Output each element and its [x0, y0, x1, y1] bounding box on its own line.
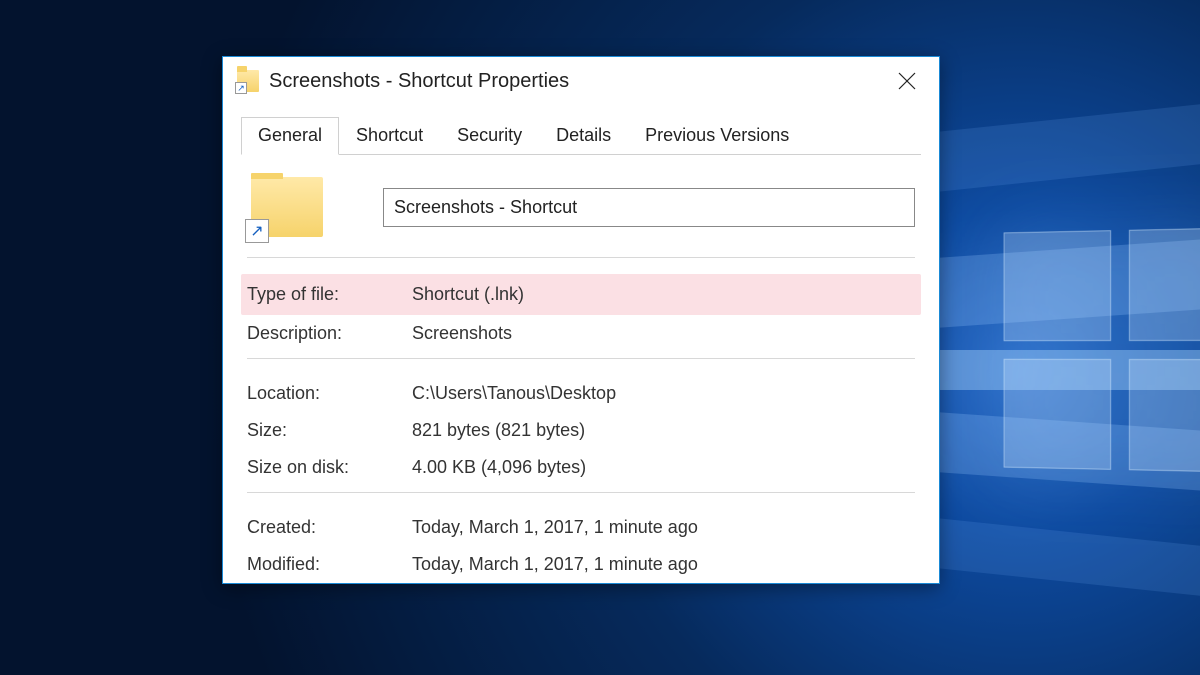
tab-previous-versions[interactable]: Previous Versions [628, 117, 806, 155]
description-label: Description: [247, 323, 412, 344]
folder-shortcut-icon: ↗ [237, 70, 259, 92]
type-of-file-row: Type of file: Shortcut (.lnk) [241, 274, 921, 315]
modified-label: Modified: [247, 554, 412, 575]
size-on-disk-label: Size on disk: [247, 457, 412, 478]
size-label: Size: [247, 420, 412, 441]
size-row: Size: 821 bytes (821 bytes) [247, 412, 915, 449]
tab-details[interactable]: Details [539, 117, 628, 155]
folder-shortcut-icon: ↗ [251, 177, 323, 237]
divider [247, 257, 915, 258]
type-of-file-value: Shortcut (.lnk) [412, 284, 915, 305]
type-of-file-label: Type of file: [247, 284, 412, 305]
divider [247, 358, 915, 359]
tab-strip: General Shortcut Security Details Previo… [241, 115, 921, 155]
window-title: Screenshots - Shortcut Properties [269, 70, 885, 93]
location-label: Location: [247, 383, 412, 404]
general-tab-content: ↗ Type of file: Shortcut (.lnk) Descript… [241, 155, 921, 583]
windows-logo-icon [1004, 227, 1200, 472]
tab-general[interactable]: General [241, 117, 339, 155]
created-row: Created: Today, March 1, 2017, 1 minute … [247, 509, 915, 546]
description-row: Description: Screenshots [247, 315, 915, 352]
created-label: Created: [247, 517, 412, 538]
titlebar[interactable]: ↗ Screenshots - Shortcut Properties [223, 57, 939, 105]
size-on-disk-value: 4.00 KB (4,096 bytes) [412, 457, 915, 478]
created-value: Today, March 1, 2017, 1 minute ago [412, 517, 915, 538]
close-button[interactable] [885, 61, 929, 101]
tab-shortcut[interactable]: Shortcut [339, 117, 440, 155]
file-name-input[interactable] [383, 188, 915, 227]
properties-dialog: ↗ Screenshots - Shortcut Properties Gene… [222, 56, 940, 584]
location-row: Location: C:\Users\Tanous\Desktop [247, 375, 915, 412]
modified-value: Today, March 1, 2017, 1 minute ago [412, 554, 915, 575]
location-value: C:\Users\Tanous\Desktop [412, 383, 915, 404]
description-value: Screenshots [412, 323, 915, 344]
divider [247, 492, 915, 493]
tab-security[interactable]: Security [440, 117, 539, 155]
close-icon [898, 72, 916, 90]
modified-row: Modified: Today, March 1, 2017, 1 minute… [247, 546, 915, 583]
size-value: 821 bytes (821 bytes) [412, 420, 915, 441]
size-on-disk-row: Size on disk: 4.00 KB (4,096 bytes) [247, 449, 915, 486]
